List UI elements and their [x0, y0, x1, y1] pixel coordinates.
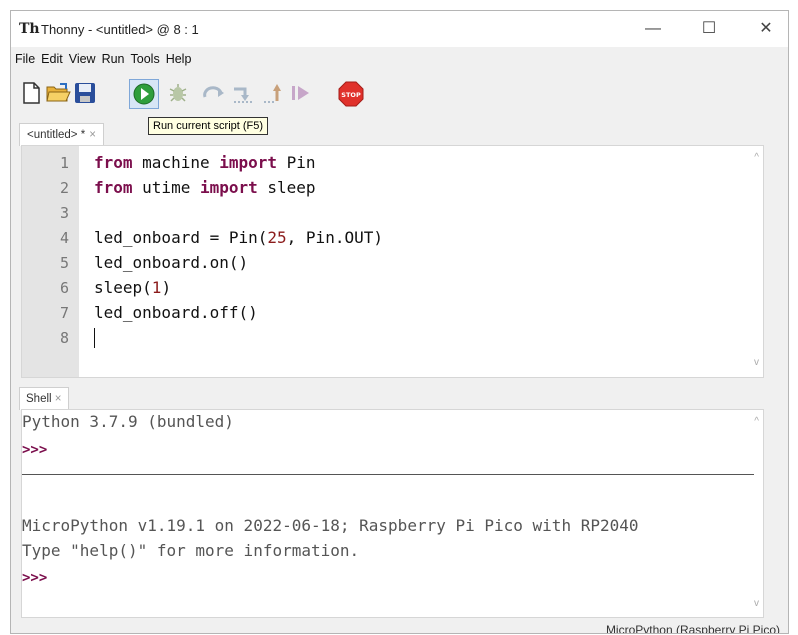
close-window-button[interactable]: ✕ — [744, 15, 788, 43]
svg-text:STOP: STOP — [341, 91, 361, 99]
code-line: led_onboard.off() — [94, 303, 258, 322]
toolbar: STOP — [11, 79, 788, 113]
minimize-button[interactable]: — — [631, 15, 675, 43]
resume-icon[interactable] — [289, 81, 313, 105]
line-number: 4 — [59, 229, 69, 247]
menu-view[interactable]: View — [67, 49, 98, 69]
shell-prompt: >>> — [22, 442, 48, 458]
line-number: 6 — [59, 279, 69, 297]
text-cursor — [94, 328, 95, 348]
menu-file[interactable]: File — [13, 49, 37, 69]
shell-separator — [22, 474, 754, 475]
editor-scroll-down-icon[interactable]: v — [754, 357, 759, 368]
line-number: 3 — [59, 204, 69, 222]
new-file-icon[interactable] — [19, 81, 43, 105]
shell-tab-label: Shell — [26, 393, 52, 405]
shell-scroll-down-icon[interactable]: v — [754, 598, 759, 609]
shell-prompt[interactable]: >>> — [22, 567, 47, 586]
menu-edit[interactable]: Edit — [39, 49, 65, 69]
shell-scroll-up-icon[interactable]: ^ — [754, 416, 759, 427]
maximize-button[interactable]: ☐ — [687, 15, 731, 43]
shell-output: Type "help()" for more information. — [22, 541, 360, 560]
close-tab-icon[interactable]: × — [89, 129, 96, 141]
editor-tab-row: <untitled> * × — [11, 121, 788, 146]
code-line: led_onboard = Pin(25, Pin.OUT) — [94, 228, 383, 247]
shell-tab-row: Shell × — [11, 385, 788, 410]
debug-icon[interactable] — [166, 81, 190, 105]
line-number: 1 — [59, 154, 69, 172]
line-number: 7 — [59, 304, 69, 322]
menu-help[interactable]: Help — [164, 49, 194, 69]
shell-output: MicroPython v1.19.1 on 2022-06-18; Raspb… — [22, 516, 639, 535]
shell-panel[interactable]: Python 3.7.9 (bundled) >>> MicroPython v… — [21, 409, 764, 618]
code-editor[interactable]: 1 2 3 4 5 6 7 8 from machine import Pin … — [21, 145, 764, 378]
tab-shell[interactable]: Shell × — [19, 387, 69, 410]
tab-untitled[interactable]: <untitled> * × — [19, 123, 104, 146]
menu-run[interactable]: Run — [100, 49, 127, 69]
code-line: led_onboard.on() — [94, 253, 249, 272]
line-number: 2 — [59, 179, 69, 197]
tab-label: <untitled> * — [27, 129, 86, 141]
window-title: Thonny - <untitled> @ 8 : 1 — [41, 22, 199, 37]
interpreter-status[interactable]: MicroPython (Raspberry Pi Pico) — [606, 623, 780, 633]
code-line: from machine import Pin — [94, 153, 316, 172]
run-icon[interactable] — [129, 79, 159, 109]
save-icon[interactable] — [73, 81, 97, 105]
open-folder-icon[interactable] — [45, 81, 71, 105]
step-into-icon[interactable] — [231, 81, 255, 105]
step-over-icon[interactable] — [201, 81, 225, 105]
code-line: sleep(1) — [94, 278, 172, 297]
step-out-icon[interactable] — [261, 81, 285, 105]
line-number-gutter: 1 2 3 4 5 6 7 8 — [22, 146, 79, 377]
title-bar: Th Thonny - <untitled> @ 8 : 1 — ☐ ✕ — [11, 11, 788, 47]
shell-banner: Python 3.7.9 (bundled) — [22, 412, 234, 431]
menu-bar: File Edit View Run Tools Help — [11, 49, 193, 71]
menu-tools[interactable]: Tools — [129, 49, 162, 69]
line-number: 8 — [59, 329, 69, 347]
line-number: 5 — [59, 254, 69, 272]
stop-icon[interactable]: STOP — [338, 81, 364, 107]
thonny-logo-icon: Th — [19, 21, 40, 37]
close-tab-icon[interactable]: × — [55, 393, 62, 405]
thonny-window: Th Thonny - <untitled> @ 8 : 1 — ☐ ✕ Fil… — [10, 10, 789, 634]
code-line: from utime import sleep — [94, 178, 316, 197]
editor-scroll-up-icon[interactable]: ^ — [754, 152, 759, 163]
